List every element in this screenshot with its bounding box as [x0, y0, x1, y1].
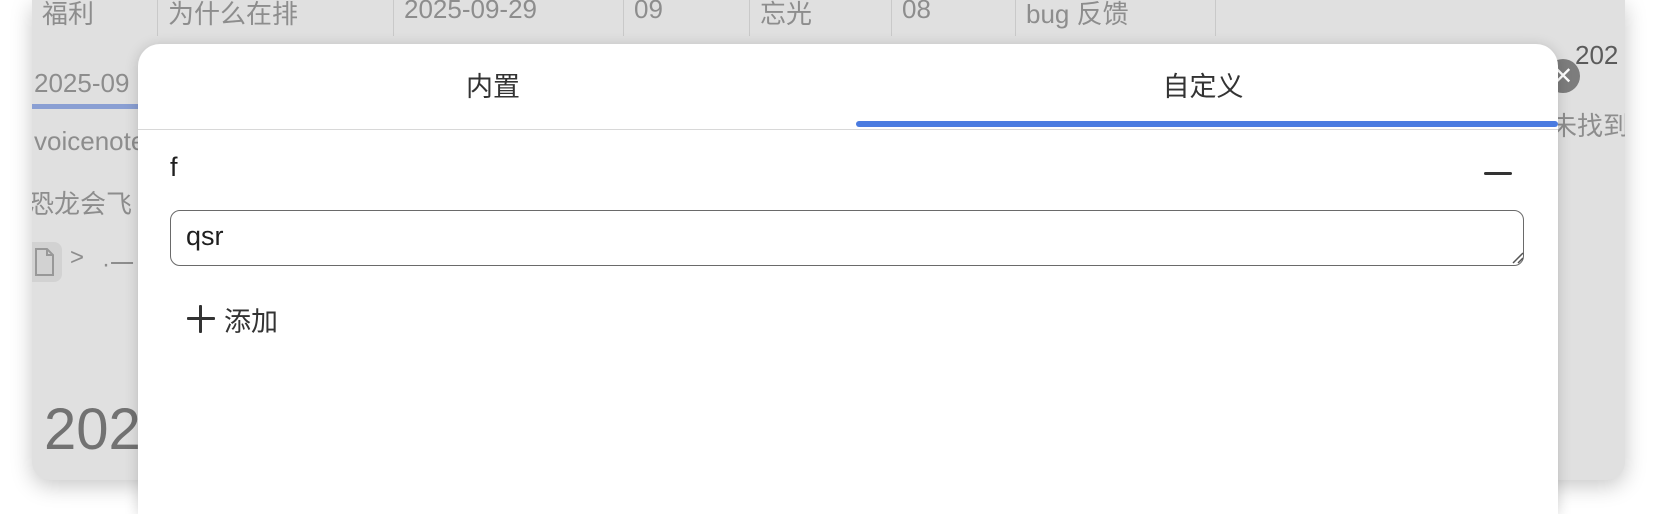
remove-item-button[interactable] [1480, 156, 1520, 190]
background-right-status: 未找到 [1551, 111, 1625, 141]
background-big-year: 202 [44, 397, 141, 462]
breadcrumb-item: ·一 [102, 251, 134, 278]
background-selection-underline [32, 104, 152, 109]
minus-icon [1484, 172, 1512, 175]
add-button[interactable]: 添加 [186, 294, 278, 344]
add-button-label: 添加 [224, 306, 278, 337]
background-date-text: 2025-09 [34, 68, 130, 98]
bg-cell: 为什么在排 [158, 0, 394, 36]
background-table-row: 福利 为什么在排 2025-09-29 09 忘光 08 bug 反馈 [32, 0, 1332, 36]
bg-cell: bug 反馈 [1016, 0, 1216, 36]
background-dino-text: 恐龙会飞 [32, 189, 133, 219]
active-tab-indicator [856, 121, 1558, 127]
bg-cell: 08 [892, 0, 1016, 36]
background-voicenote-text: voicenote [34, 126, 146, 156]
bg-cell: 09 [624, 0, 750, 36]
bg-cell: 忘光 [750, 0, 892, 36]
bg-cell: 福利 [32, 0, 158, 36]
background-right-top-text: 202 [1575, 40, 1619, 70]
resize-grip-icon[interactable] [1510, 250, 1524, 264]
custom-item-key: f [170, 152, 178, 182]
tab-bar: 内置 自定义 [138, 44, 1558, 130]
custom-item-value-input[interactable]: qsr [170, 210, 1524, 266]
breadcrumb-separator: > [70, 244, 85, 271]
plus-icon [186, 304, 216, 334]
bg-cell: 2025-09-29 [394, 0, 624, 36]
tab-custom[interactable]: 自定义 [848, 44, 1558, 130]
tab-builtin[interactable]: 内置 [138, 44, 848, 130]
document-icon [32, 242, 62, 282]
modal-sheet: 内置 自定义 f qsr 添加 [138, 44, 1558, 514]
